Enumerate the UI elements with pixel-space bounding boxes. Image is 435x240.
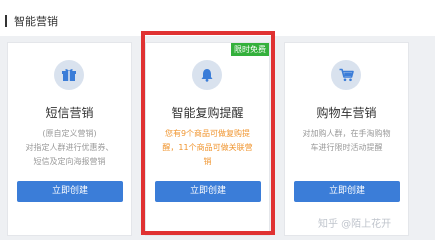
section-header: 智能营销 — [0, 0, 435, 36]
card-title: 购物车营销 — [316, 106, 377, 120]
free-badge: 限时免费 — [231, 43, 269, 56]
create-repurchase-reminder-button[interactable]: 立即创建 — [155, 181, 261, 202]
cart-icon — [331, 60, 361, 90]
desc-line: 对加购人群，在手淘购物 — [302, 129, 391, 138]
create-sms-marketing-button[interactable]: 立即创建 — [17, 181, 123, 202]
section-marker — [5, 15, 7, 27]
create-cart-marketing-button[interactable]: 立即创建 — [294, 181, 400, 202]
watermark: 知乎 @陌上花开 — [318, 219, 392, 230]
smart-repurchase-card: 限时免费 智能复购提醒 您有9个商品可做复购提 醒，11个商品可做关联营 销 立… — [145, 42, 270, 236]
bell-icon — [192, 60, 222, 90]
card-title: 智能复购提醒 — [171, 106, 244, 120]
sms-marketing-card: 短信营销 (原自定义营销) 对指定人群进行优惠券、 短信及定向海报营销 立即创建 — [7, 42, 132, 236]
card-description: 您有9个商品可做复购提 醒，11个商品可做关联营 销 — [156, 127, 259, 169]
card-description: 对加购人群，在手淘购物 车进行限时活动提醒 — [295, 127, 398, 155]
card-title: 短信营销 — [45, 106, 94, 120]
desc-line: 对指定人群进行优惠券、 — [25, 143, 114, 152]
desc-line: 车进行限时活动提醒 — [310, 143, 383, 152]
desc-line: (原自定义营销) — [42, 129, 97, 138]
cart-marketing-card: 购物车营销 对加购人群，在手淘购物 车进行限时活动提醒 立即创建 — [284, 42, 409, 236]
section-title: 智能营销 — [14, 15, 58, 28]
desc-line: 销 — [203, 157, 212, 166]
desc-line: 您有9个商品可做复购提 — [164, 129, 251, 138]
gift-icon — [54, 60, 84, 90]
card-description: (原自定义营销) 对指定人群进行优惠券、 短信及定向海报营销 — [18, 127, 121, 169]
desc-line: 短信及定向海报营销 — [33, 157, 106, 166]
desc-line: 醒，11个商品可做关联营 — [162, 143, 253, 152]
